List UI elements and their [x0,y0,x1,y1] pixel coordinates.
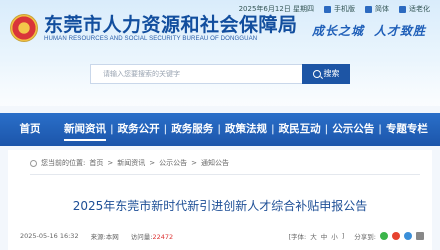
breadcrumb-news[interactable]: 新闻资讯 [117,158,145,168]
nav-item-gov-services[interactable]: 政务服务 [167,113,217,146]
nav-item-home[interactable]: 首页 [0,113,60,146]
search-button[interactable]: 搜索 [302,64,350,84]
simplified-link[interactable]: 简体 [365,4,389,14]
nav-item-gov-affairs[interactable]: 政务公开 [114,113,164,146]
slogan: 成长之城 人才致胜 [312,22,426,39]
breadcrumb-separator: > [107,159,114,167]
breadcrumb-announcements[interactable]: 公示公告 [159,158,187,168]
font-size-small[interactable]: 小 [331,231,338,241]
source-label: 来源: [90,233,106,241]
font-size-label: [字体: [288,233,307,241]
location-icon [30,159,37,167]
org-name[interactable]: 东莞市人力资源和社会保障局 [44,10,298,37]
breadcrumb-prefix: 您当前的位置: [41,159,86,167]
source-value: 本网 [105,233,119,241]
main-nav: 首页 新闻资讯 | 政务公开 | 政务服务 | 政策法规 | 政民互动 | 公示… [0,113,440,146]
language-icon [365,5,372,13]
breadcrumb-home[interactable]: 首页 [89,158,103,168]
date-text: 2025年6月12日 星期四 [238,5,314,13]
publish-date: 2025-05-16 16:32 [20,232,79,240]
breadcrumb-separator: > [191,159,197,167]
elderly-mode-label: 适老化 [409,5,430,13]
nav-item-interaction[interactable]: 政民互动 [275,113,325,146]
wechat-share-icon[interactable] [380,232,388,240]
emblem-logo[interactable] [10,14,38,42]
nav-item-topics[interactable]: 专题专栏 [382,113,432,146]
search-input[interactable]: 请输入您要搜索的关键字 [90,64,302,84]
simplified-link-label: 简体 [375,5,389,13]
hits-label: 访问量: [130,233,153,241]
slogan-part-1: 成长之城 [311,24,364,38]
breadcrumb-notices[interactable]: 通知公告 [201,158,229,168]
search-button-label: 搜索 [323,69,340,78]
article-title: 2025年东莞市新时代新引进创新人才综合补贴申报公告 [72,199,368,213]
phone-icon [324,5,331,13]
breadcrumb: 您当前的位置: 首页 > 新闻资讯 > 公示公告 > 通知公告 [30,158,229,168]
search-icon [312,70,321,78]
font-size-end: ] [341,232,345,240]
weibo-share-icon[interactable] [392,232,400,240]
hits-value: 22472 [152,233,174,241]
font-size-medium[interactable]: 中 [321,231,328,241]
org-name-en: HUMAN RESOURCES AND SOCIAL SECURITY BURE… [44,35,258,42]
elderly-mode-link[interactable]: 适老化 [399,4,430,14]
header-banner: 东莞市人力资源和社会保障局 HUMAN RESOURCES AND SOCIAL… [0,0,440,106]
top-bar: 2025年6月12日 星期四 手机版 简体 适老化 [239,4,430,14]
print-icon[interactable] [416,232,424,240]
divider [30,174,420,175]
slogan-part-2: 人才致胜 [373,24,426,38]
nav-item-notices[interactable]: 公示公告 [328,113,378,146]
font-size-large[interactable]: 大 [310,231,317,241]
article-meta: 2025-05-16 16:32 来源:本网 访问量:22472 [字体: 大 … [20,230,424,242]
qq-share-icon[interactable] [404,232,412,240]
article-tools: [字体: 大 中 小 ] 分享到: [289,231,424,241]
view-count: 访问量:22472 [131,231,173,241]
article-source: 来源:本网 [91,231,119,241]
content-panel: 您当前的位置: 首页 > 新闻资讯 > 公示公告 > 通知公告 2025年东莞市… [8,150,432,250]
nav-item-policies[interactable]: 政策法规 [221,113,271,146]
breadcrumb-separator: > [149,159,156,167]
mobile-link-label: 手机版 [334,5,355,13]
share-label: 分享到: [354,233,376,241]
nav-item-news[interactable]: 新闻资讯 [60,113,110,146]
accessibility-icon [399,5,406,13]
mobile-link[interactable]: 手机版 [324,4,355,14]
